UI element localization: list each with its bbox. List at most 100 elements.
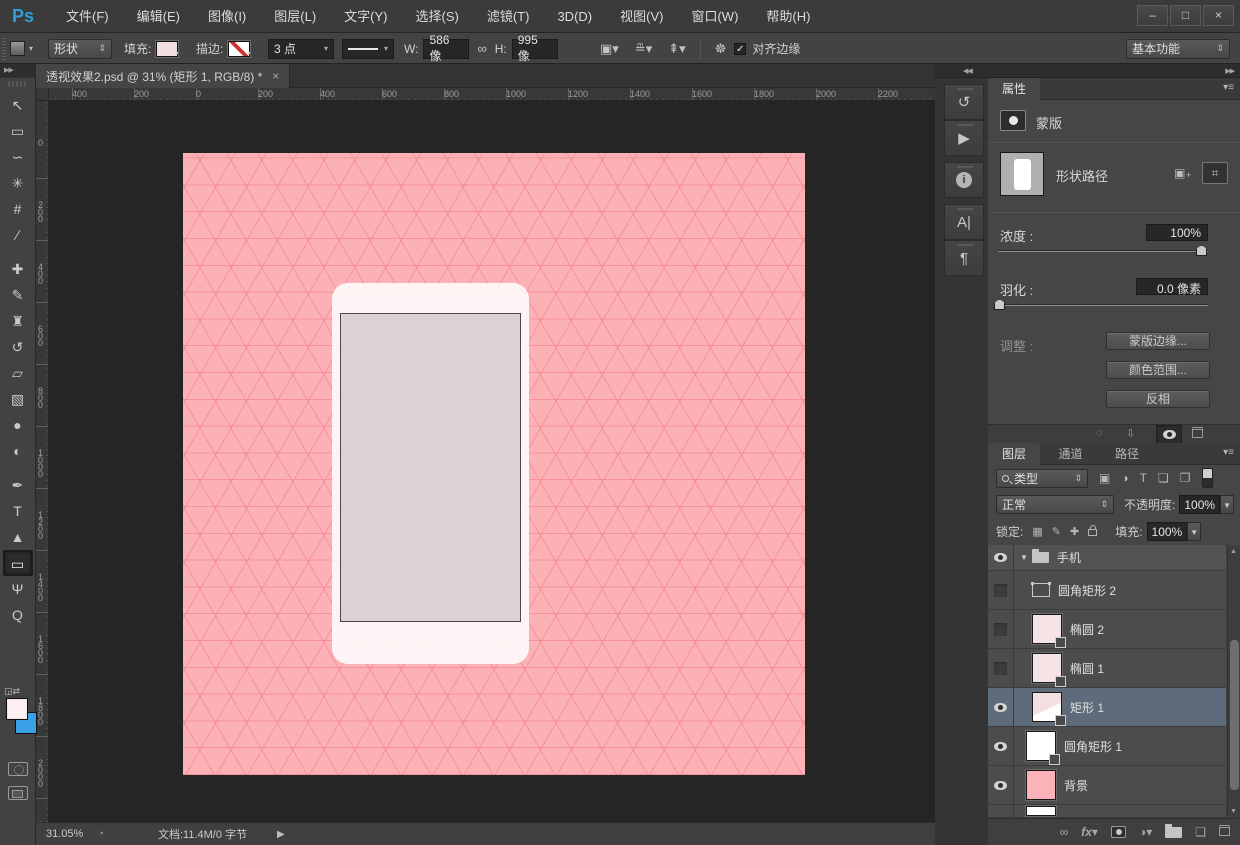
lasso-tool[interactable]: ∽ (3, 144, 33, 170)
density-slider-track[interactable] (998, 250, 1208, 252)
shape-path-thumbnail[interactable] (1000, 152, 1044, 196)
menu-item-7[interactable]: 3D(D) (543, 0, 606, 33)
info-panel-button[interactable]: i (944, 162, 984, 198)
maximize-button[interactable]: □ (1170, 5, 1201, 26)
adjustment-layer-icon[interactable]: ◑▾ (1139, 825, 1152, 839)
menu-item-3[interactable]: 图层(L) (260, 0, 330, 33)
mask-edge-button[interactable]: 蒙版边缘... (1106, 332, 1210, 350)
stroke-width-dropdown[interactable]: 3 点▾ (268, 39, 334, 59)
feather-value[interactable]: 0.0 像素 (1136, 278, 1208, 295)
tool-mode-dropdown[interactable]: 形状⇕ (48, 39, 112, 59)
marquee-tool[interactable]: ▭ (3, 118, 33, 144)
lock-transparent-icon[interactable]: ▦ (1032, 525, 1042, 538)
link-layers-icon[interactable]: ∞ (1060, 825, 1069, 839)
link-dimensions-icon[interactable]: ∞ (477, 41, 486, 56)
visibility-toggle[interactable] (988, 545, 1014, 570)
layer-row-group[interactable]: ▼ 手机 (988, 545, 1226, 571)
zoom-level-field[interactable]: 31.05% (46, 828, 83, 840)
path-operations-icon[interactable]: ▣▾ (600, 41, 619, 57)
stroke-color-swatch[interactable]: ▾ (228, 41, 250, 57)
tool-preset-picker[interactable]: ▾ (10, 33, 33, 64)
opacity-value[interactable]: 100% (1179, 495, 1220, 514)
menu-item-1[interactable]: 编辑(E) (123, 0, 194, 33)
tab-properties[interactable]: 属性 (988, 78, 1040, 100)
delete-mask-icon[interactable] (1192, 427, 1203, 441)
menu-item-9[interactable]: 窗口(W) (677, 0, 752, 33)
vector-mask-icon[interactable]: ⌗ (1202, 162, 1228, 184)
path-selection-tool[interactable]: ▲ (3, 524, 33, 550)
color-range-button[interactable]: 颜色范围... (1106, 361, 1210, 379)
filter-type-dropdown[interactable]: 类型⇕ (996, 469, 1088, 488)
expand-triangle-icon[interactable]: ▼ (1020, 553, 1028, 562)
width-input[interactable]: 586 像 (423, 39, 469, 59)
character-panel-button[interactable]: A| (944, 204, 984, 240)
new-group-icon[interactable] (1165, 827, 1182, 838)
menu-item-4[interactable]: 文字(Y) (330, 0, 401, 33)
invert-button[interactable]: 反相 (1106, 390, 1210, 408)
feather-slider-handle[interactable] (994, 299, 1005, 310)
tab-layers[interactable]: 图层 (988, 443, 1040, 465)
menu-item-2[interactable]: 图像(I) (194, 0, 260, 33)
filter-adjustment-layers-icon[interactable]: ◑ (1121, 471, 1128, 485)
lock-all-icon[interactable] (1088, 524, 1097, 539)
menu-item-8[interactable]: 视图(V) (606, 0, 677, 33)
move-tool[interactable]: ↖ (3, 92, 33, 118)
mask-visibility-button[interactable] (1156, 425, 1182, 444)
add-pixel-mask-icon[interactable]: ▣₊ (1170, 162, 1196, 184)
status-flyout-arrow[interactable]: ▶ (277, 829, 285, 840)
tab-paths[interactable]: 路径 (1101, 443, 1153, 465)
opacity-dropdown-arrow[interactable]: ▼ (1220, 495, 1234, 514)
visibility-toggle[interactable] (988, 571, 1014, 609)
dodge-tool[interactable]: ◐ (3, 438, 33, 464)
pen-tool[interactable]: ✒ (3, 472, 33, 498)
height-input[interactable]: 995 像 (512, 39, 558, 59)
workspace-switcher[interactable]: 基本功能⇕ (1126, 39, 1230, 59)
layer-row[interactable]: 背景 (988, 766, 1226, 805)
filter-switch[interactable] (1202, 468, 1213, 488)
brush-tool[interactable]: ✎ (3, 282, 33, 308)
new-layer-icon[interactable]: ❏ (1195, 825, 1206, 839)
apply-mask-icon[interactable]: ⇩ (1126, 427, 1135, 440)
load-selection-icon[interactable]: ◌ (1096, 427, 1103, 439)
visibility-toggle[interactable] (988, 805, 1014, 817)
filter-type-layers-icon[interactable]: T (1140, 471, 1147, 485)
layer-style-icon[interactable]: fx▾ (1081, 825, 1098, 839)
scroll-up-icon[interactable]: ▲ (1230, 548, 1237, 555)
hand-tool[interactable]: Ψ (3, 576, 33, 602)
clone-stamp-tool[interactable]: ♜ (3, 308, 33, 334)
close-button[interactable]: × (1203, 5, 1234, 26)
eyedropper-tool[interactable]: ∕ (3, 222, 33, 248)
document-canvas[interactable] (183, 153, 805, 775)
zoom-tool[interactable]: Q (3, 602, 33, 628)
tab-close-icon[interactable]: × (272, 69, 279, 83)
fill-opacity-value[interactable]: 100% (1147, 522, 1188, 541)
layer-row-partial[interactable] (988, 805, 1226, 818)
fill-dropdown-arrow[interactable]: ▼ (1187, 522, 1201, 541)
lock-pixels-icon[interactable]: ✎ (1052, 525, 1061, 538)
layers-panel-menu-icon[interactable]: ▾≡ (1223, 447, 1234, 458)
layers-scrollbar[interactable]: ▲ ▼ (1227, 545, 1240, 818)
quick-mask-button[interactable] (8, 762, 28, 776)
layer-row[interactable]: 椭圆 2 (988, 610, 1226, 649)
actions-panel-button[interactable]: ▶ (944, 120, 984, 156)
canvas-viewport[interactable] (49, 101, 935, 822)
filter-shape-layers-icon[interactable]: ❏ (1158, 471, 1169, 485)
visibility-toggle[interactable] (988, 727, 1014, 765)
path-arrangement-icon[interactable]: ⇞▾ (668, 41, 685, 57)
layer-thumbnail[interactable] (1032, 692, 1062, 722)
density-value[interactable]: 100% (1146, 224, 1208, 241)
layer-row[interactable]: 圆角矩形 2 (988, 571, 1226, 610)
menu-item-0[interactable]: 文件(F) (52, 0, 123, 33)
density-slider-handle[interactable] (1196, 245, 1207, 256)
layer-thumbnail[interactable] (1026, 731, 1056, 761)
type-tool[interactable]: T (3, 498, 33, 524)
blur-tool[interactable]: ● (3, 412, 33, 438)
swap-colors-icon[interactable]: ◲⇄ (4, 686, 20, 697)
healing-brush-tool[interactable]: ✚ (3, 256, 33, 282)
feather-slider-track[interactable] (998, 304, 1208, 306)
panel-menu-icon[interactable]: ▾≡ (1223, 82, 1234, 93)
toolbox-collapse-arrows[interactable]: ▶▶ (0, 64, 35, 78)
menu-item-10[interactable]: 帮助(H) (752, 0, 824, 33)
geometry-options-icon[interactable]: ☸ (715, 41, 727, 57)
menu-item-5[interactable]: 选择(S) (402, 0, 473, 33)
